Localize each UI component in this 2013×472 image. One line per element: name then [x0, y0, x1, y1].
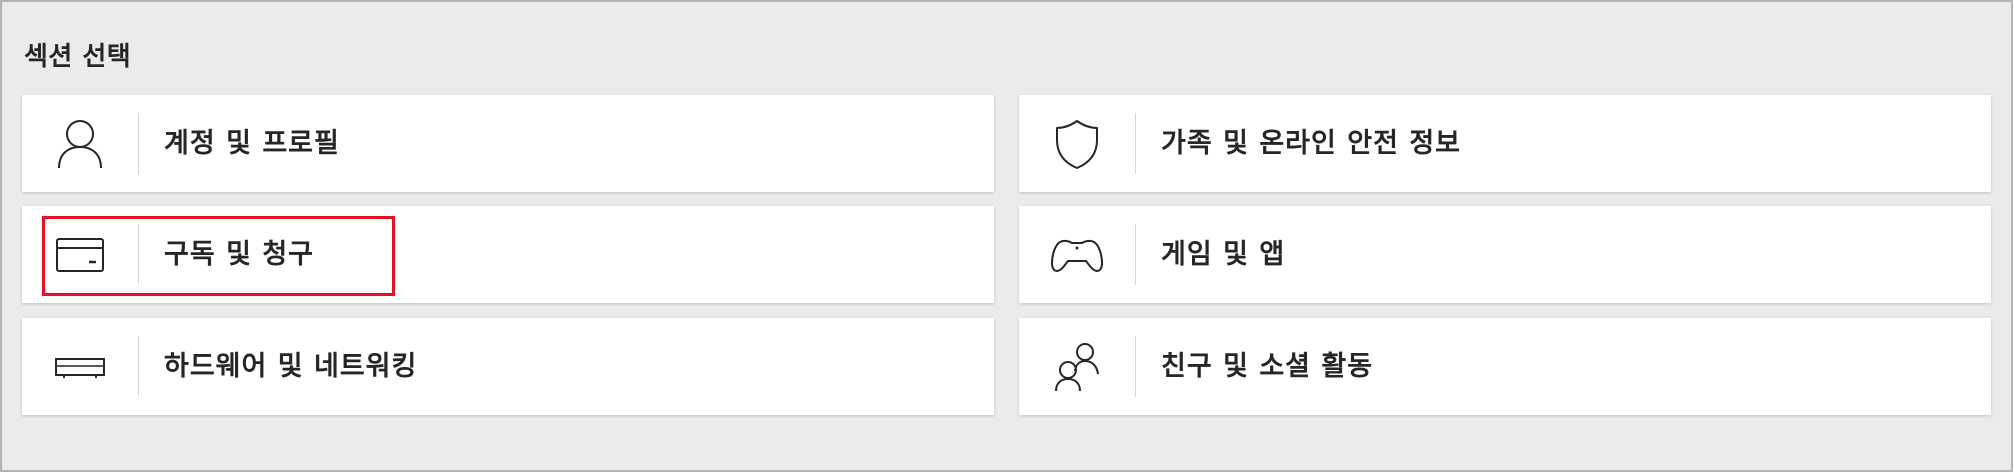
tile-divider	[1135, 336, 1136, 397]
tile-divider	[138, 224, 139, 285]
tile-games-apps[interactable]: 게임 및 앱	[1019, 206, 1991, 303]
section-selector-panel: 섹션 선택 계정 및 프로필 가족 및 온라인 안전 정보 구독 및 청구 게임…	[0, 0, 2013, 472]
tile-friends-social[interactable]: 친구 및 소셜 활동	[1019, 318, 1991, 415]
tile-divider	[138, 113, 139, 174]
person-icon	[22, 95, 138, 192]
tile-family-safety[interactable]: 가족 및 온라인 안전 정보	[1019, 95, 1991, 192]
tile-label: 하드웨어 및 네트워킹	[164, 351, 418, 382]
tile-label: 친구 및 소셜 활동	[1161, 351, 1374, 382]
tile-account-profile[interactable]: 계정 및 프로필	[22, 95, 994, 192]
tile-divider	[1135, 224, 1136, 285]
console-icon	[22, 318, 138, 415]
tile-label: 계정 및 프로필	[164, 128, 340, 159]
tile-divider	[138, 336, 139, 397]
tile-label: 게임 및 앱	[1161, 239, 1286, 270]
tile-divider	[1135, 113, 1136, 174]
section-title: 섹션 선택	[24, 42, 132, 72]
tile-label: 구독 및 청구	[164, 239, 314, 270]
tile-label: 가족 및 온라인 안전 정보	[1161, 128, 1461, 159]
shield-icon	[1019, 95, 1135, 192]
friends-icon	[1019, 318, 1135, 415]
tile-hardware-networking[interactable]: 하드웨어 및 네트워킹	[22, 318, 994, 415]
game-controller-icon	[1019, 206, 1135, 303]
tile-subscriptions-billing[interactable]: 구독 및 청구	[22, 206, 994, 303]
credit-card-icon	[22, 206, 138, 303]
